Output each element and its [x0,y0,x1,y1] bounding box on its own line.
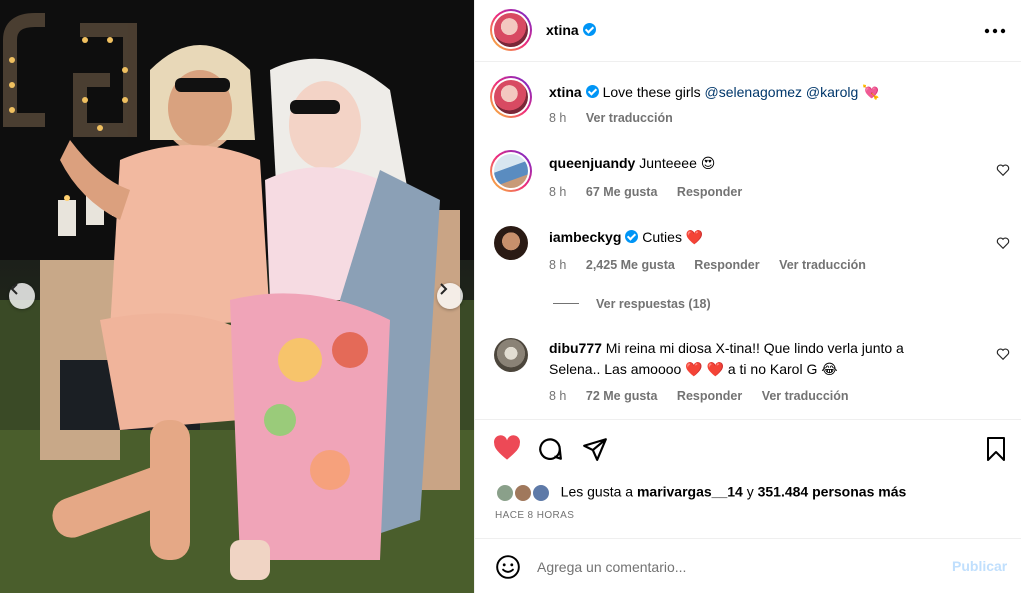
heart-filled-icon[interactable] [493,435,521,461]
emoji-smiley-icon[interactable] [495,554,521,580]
comment-likes[interactable]: 2,425 Me gusta [586,258,675,272]
comment-text: queenjuandy Junteeee 😍 [549,153,969,174]
comments-list: xtina Love these girls @selenagomez @kar… [475,63,1021,418]
caption-time[interactable]: 8 h [549,111,566,125]
mention-link[interactable]: @selenagomez [705,84,803,100]
reply-button[interactable]: Responder [677,185,742,199]
comment-text: dibu777 Mi reina mi diosa X-tina!! Que l… [549,338,989,380]
comment-avatar[interactable] [490,150,532,192]
verified-badge-icon [585,85,599,98]
comment-body: Junteeee 😍 [639,155,716,171]
like-comment-heart-icon[interactable] [996,236,1010,250]
comment-body: Cuties ❤️ [642,229,704,245]
comment-body: Mi reina mi diosa X-tina!! Que lindo ver… [605,340,904,356]
comment-input[interactable] [537,553,937,581]
chevron-left-icon [10,283,18,295]
comment-time[interactable]: 8 h [549,258,566,272]
like-comment-heart-icon[interactable] [996,347,1010,361]
more-horizontal-icon [984,28,1006,34]
comment-meta: 8 h 67 Me gusta Responder [549,185,758,199]
author-name-text[interactable]: xtina [546,22,579,38]
likes-prefix: Les gusta a [560,483,637,500]
comment-composer: Publicar [475,538,1021,593]
comment-username[interactable]: iambeckyg [549,229,621,245]
publish-button[interactable]: Publicar [952,558,1007,574]
author-avatar[interactable] [490,9,532,51]
comment-likes[interactable]: 67 Me gusta [586,185,658,199]
next-photo-button[interactable] [437,283,463,309]
likes-count[interactable]: 351.484 personas más [758,484,907,500]
actions-divider [475,419,1021,420]
post-details-panel: xtina xtina Love these girls @selenagome… [474,0,1021,593]
comment-time[interactable]: 8 h [549,185,566,199]
comment-body: Selena.. Las amoooo ❤️ ❤️ a ti no Karol … [549,361,838,377]
translate-link[interactable]: Ver traducción [779,258,866,272]
like-comment-heart-icon[interactable] [996,163,1010,177]
photo-illustration [0,0,474,593]
verified-badge-icon [582,23,596,36]
post-timestamp[interactable]: HACE 8 HORAS [495,510,574,521]
comment-icon[interactable] [537,436,563,462]
likes-summary: Les gusta a marivargas__14 y 351.484 per… [495,483,906,503]
comment-meta: 8 h 2,425 Me gusta Responder Ver traducc… [549,258,882,272]
mention-link[interactable]: @karolg [806,84,858,100]
chevron-right-icon [440,283,448,295]
verified-badge-icon [625,230,639,243]
caption-emoji: 💘 [862,84,880,100]
view-replies-line [553,303,579,304]
comment-username[interactable]: dibu777 [549,340,602,356]
liker-avatar[interactable] [512,483,533,503]
comment-time[interactable]: 8 h [549,389,566,403]
caption-username[interactable]: xtina [549,84,582,100]
comment-avatar[interactable] [494,338,528,372]
caption-body: Love these girls [602,84,701,100]
bookmark-icon[interactable] [984,436,1008,462]
view-replies-button[interactable]: Ver respuestas (18) [596,297,727,311]
comment-text: iambeckyg Cuties ❤️ [549,227,969,248]
reply-button[interactable]: Responder [677,389,742,403]
comment-meta: 8 h 72 Me gusta Responder Ver traducción [549,389,865,403]
caption-text: xtina Love these girls @selenagomez @kar… [549,82,989,103]
liker-avatar[interactable] [530,483,551,503]
translate-link[interactable]: Ver traducción [586,111,673,125]
likes-conjunction: y [742,483,758,500]
view-replies-label[interactable]: Ver respuestas (18) [596,297,711,311]
post-header: xtina [475,0,1021,62]
share-icon[interactable] [582,436,608,462]
translate-link[interactable]: Ver traducción [762,389,849,403]
previous-photo-button[interactable] [9,283,35,309]
comment-username[interactable]: queenjuandy [549,155,635,171]
reply-button[interactable]: Responder [694,258,759,272]
comment-likes[interactable]: 72 Me gusta [586,389,658,403]
caption-meta: 8 h Ver traducción [549,111,689,125]
author-username[interactable]: xtina [546,22,596,38]
liker-username[interactable]: marivargas__14 [637,484,743,500]
caption-avatar[interactable] [490,76,532,118]
comment-avatar[interactable] [494,226,528,260]
more-options-button[interactable] [983,22,1007,40]
post-photo [0,0,474,593]
